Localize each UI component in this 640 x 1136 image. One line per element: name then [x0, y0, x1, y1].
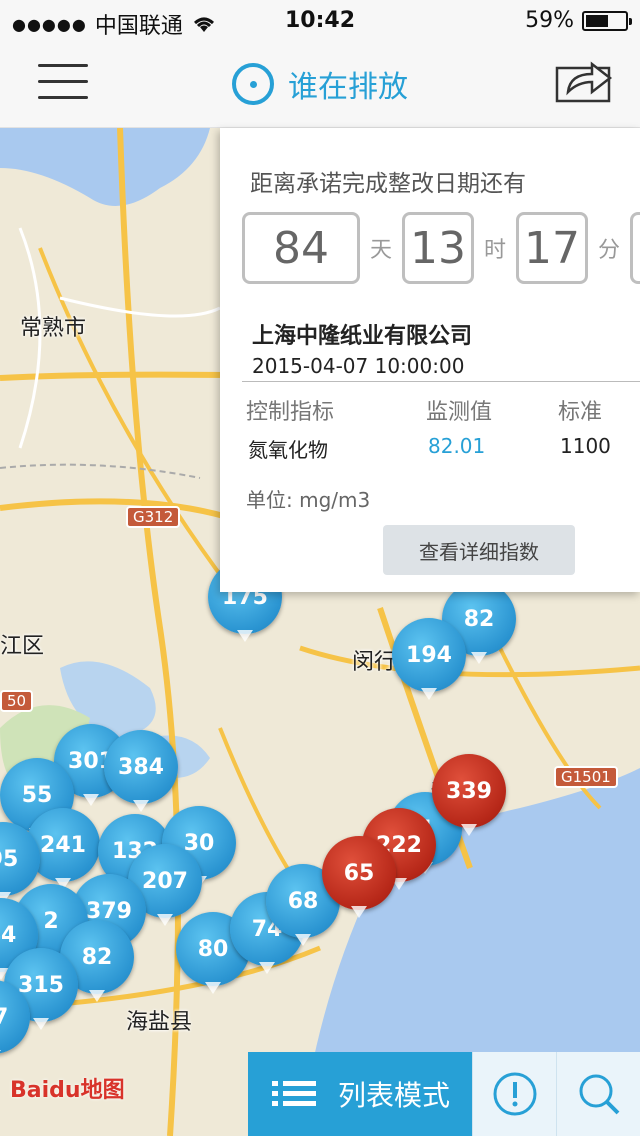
road-tag: 50 [0, 690, 34, 712]
gauge-icon [232, 63, 274, 105]
countdown-minutes: 17 [516, 212, 589, 284]
countdown: 84 天 13 时 17 分 [242, 212, 640, 284]
search-icon [579, 1074, 619, 1115]
battery-icon [582, 10, 632, 31]
search-button[interactable] [556, 1052, 640, 1136]
countdown-heading: 距离承诺完成整改日期还有 [250, 171, 526, 197]
view-details-button[interactable]: 查看详细指数 [383, 525, 575, 575]
list-mode-button[interactable]: 列表模式 [248, 1052, 472, 1136]
status-bar: ●●●●● 中国联通 10:42 59% [0, 0, 640, 40]
baidu-map-logo: Baidu地图 [10, 1078, 125, 1103]
alert-circle-icon [493, 1072, 536, 1116]
nav-bar: 谁在排放 [0, 40, 640, 128]
emission-marker[interactable]: 194 [392, 618, 466, 700]
page-title: 谁在排放 [288, 70, 408, 105]
battery-group: 59% [525, 8, 632, 33]
bottom-bar: 列表模式 [248, 1052, 640, 1136]
list-mode-label: 列表模式 [338, 1079, 451, 1112]
emission-marker[interactable]: 65 [322, 836, 396, 918]
countdown-hours: 13 [402, 212, 475, 284]
list-icon [272, 1081, 316, 1106]
unit-label: 单位: mg/m3 [246, 488, 371, 512]
road-tag: G1501 [554, 766, 618, 788]
alert-button[interactable] [472, 1052, 556, 1136]
hours-unit: 时 [484, 238, 507, 263]
deadline-date: 2015-04-07 10:00:00 [252, 354, 465, 378]
countdown-days: 84 [242, 212, 360, 284]
place-label: 常熟市 [20, 316, 87, 341]
place-label: 海盐县 [126, 1010, 193, 1035]
header-standard: 标准 [558, 400, 603, 425]
minutes-unit: 分 [598, 238, 621, 263]
place-label: 江区 [0, 634, 45, 659]
standard-value: 1100 [560, 434, 611, 458]
divider [242, 381, 640, 382]
company-name: 上海中隆纸业有限公司 [252, 324, 473, 349]
countdown-seconds [630, 212, 640, 284]
info-panel: 距离承诺完成整改日期还有 84 天 13 时 17 分 上海中隆纸业有限公司 2… [220, 128, 640, 592]
emission-marker[interactable]: 384 [104, 730, 178, 812]
days-unit: 天 [370, 238, 393, 263]
indicator-name: 氮氧化物 [248, 438, 328, 462]
emission-marker[interactable]: 339 [432, 754, 506, 836]
battery-percent: 59% [525, 8, 574, 33]
title-group: 谁在排放 [0, 62, 640, 106]
header-value: 监测值 [426, 400, 493, 425]
share-icon[interactable] [554, 54, 614, 104]
road-tag: G312 [126, 506, 181, 528]
place-label: 闵行 [352, 650, 397, 675]
header-indicator: 控制指标 [246, 400, 335, 425]
monitored-value: 82.01 [428, 434, 486, 458]
